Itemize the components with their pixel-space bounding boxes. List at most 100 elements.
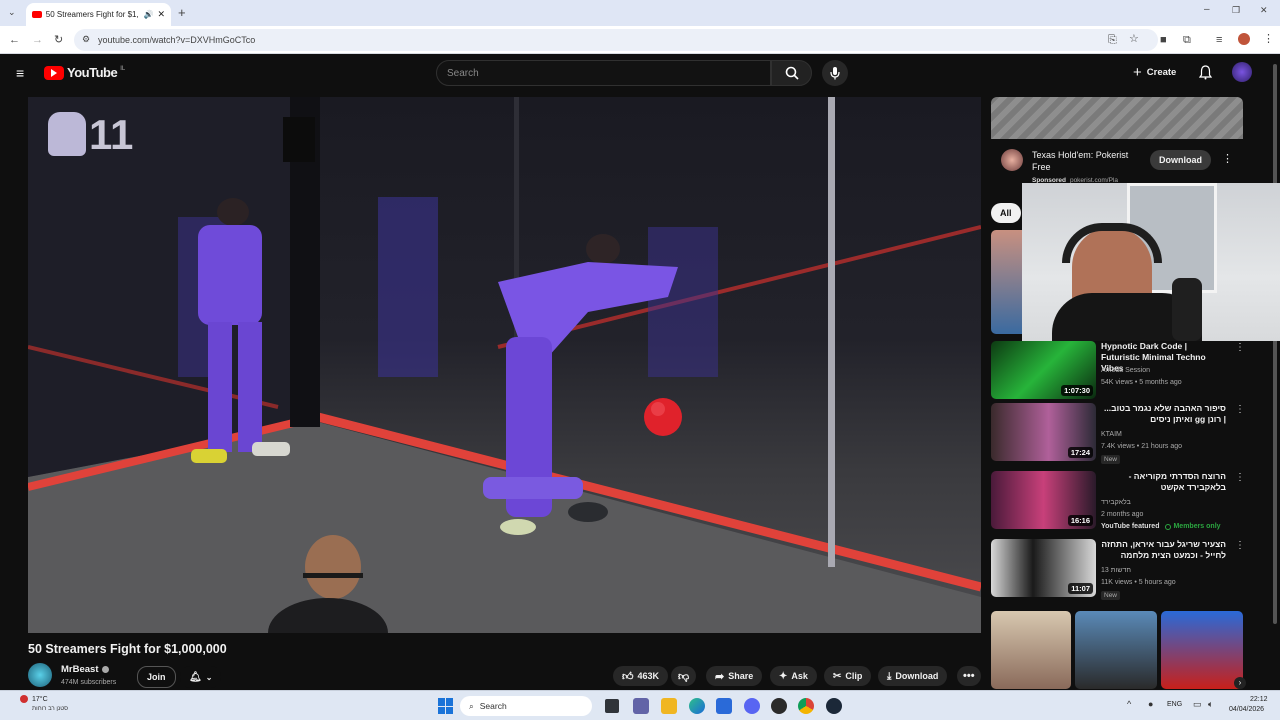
create-button[interactable]: + Create <box>1133 64 1176 81</box>
tab-close-icon[interactable]: ✕ <box>157 9 165 20</box>
recommendation-thumbnail[interactable]: 17:24 <box>991 403 1096 461</box>
forward-icon[interactable]: → <box>32 34 43 46</box>
close-window-icon[interactable]: ✕ <box>1260 5 1268 16</box>
filter-chip-all[interactable]: All <box>991 203 1021 223</box>
maximize-icon[interactable]: ❐ <box>1232 5 1240 16</box>
recommendation-more-icon[interactable]: ⋮ <box>1235 540 1245 551</box>
members-icon <box>1165 523 1172 530</box>
ad-download-button[interactable]: Download <box>1150 150 1211 170</box>
new-tab-icon[interactable]: + <box>178 5 186 20</box>
recommendation-title[interactable]: סיפור האהבה שלא נגמר בטוב... | רונן gg ו… <box>1101 403 1226 425</box>
account-avatar[interactable] <box>1232 62 1252 82</box>
file-explorer-icon[interactable] <box>661 698 677 714</box>
clock-time[interactable]: 22:12 <box>1250 696 1268 703</box>
tab-list-icon[interactable]: ⌄ <box>8 7 16 18</box>
recommendation-more-icon[interactable]: ⋮ <box>1235 404 1245 415</box>
steam-icon[interactable] <box>826 698 842 714</box>
back-icon[interactable]: ← <box>9 34 20 46</box>
more-actions-button[interactable]: ••• <box>957 666 981 686</box>
tray-chevron-icon[interactable]: ^ <box>1127 699 1131 709</box>
voice-search-button[interactable] <box>822 60 848 86</box>
shelf-next-icon[interactable]: › <box>1234 677 1246 689</box>
recommendation-channel[interactable]: בלאקבירד <box>1101 499 1131 506</box>
recommendation-thumbnail[interactable] <box>991 230 1023 334</box>
microphone-icon <box>830 67 840 80</box>
reload-icon[interactable]: ↻ <box>54 34 63 46</box>
clip-button[interactable]: ✂ Clip <box>824 666 872 686</box>
subscribe-notifications-button[interactable]: 🔔︎ ⌄ <box>180 666 222 688</box>
browser-tab[interactable]: 50 Streamers Fight for $1,0 🔊 ✕ <box>26 3 171 26</box>
recommendation-thumbnail[interactable]: 16:16 <box>991 471 1096 529</box>
recommendation-item[interactable]: 11:07 הצעיר שריגל עבור איראן, התחזה לחיי… <box>991 539 1245 601</box>
tray-mic-icon[interactable]: ● <box>1148 699 1153 709</box>
recommendation-more-icon[interactable]: ⋮ <box>1235 342 1245 353</box>
language-indicator[interactable]: ENG <box>1167 701 1182 708</box>
shorts-thumbnail[interactable] <box>1161 611 1243 689</box>
discord-icon[interactable] <box>744 698 760 714</box>
recommendation-title[interactable]: הרוצח הסדרתי מקוריאה - בלאקבירד אקשט <box>1101 471 1226 493</box>
scissors-icon: ✂ <box>833 670 842 682</box>
address-bar[interactable]: ⚙ youtube.com/watch?v=DXVHmGoCTco <box>74 29 1158 51</box>
recommendation-channel[interactable]: חדשות 13 <box>1101 567 1131 574</box>
recommendation-item[interactable]: 1:07:30 Hypnotic Dark Code | Futuristic … <box>991 341 1245 403</box>
teams-icon[interactable] <box>633 698 649 714</box>
site-info-icon[interactable]: ⚙ <box>82 34 90 45</box>
youtube-logo-text: YouTube <box>67 65 118 80</box>
join-button[interactable]: Join <box>137 666 176 688</box>
page-scrollbar[interactable] <box>1272 56 1278 686</box>
shorts-thumbnail[interactable] <box>1075 611 1157 689</box>
recommendation-channel[interactable]: KTAIM <box>1101 431 1122 438</box>
recommendation-item[interactable]: 17:24 סיפור האהבה שלא נגמר בטוב... | רונ… <box>991 403 1245 465</box>
shorts-thumbnail[interactable] <box>991 611 1071 689</box>
search-button[interactable] <box>771 60 812 86</box>
extension-icon[interactable]: ■ <box>1160 34 1167 46</box>
cast-icon[interactable]: ⎘ <box>1108 34 1117 46</box>
create-label: Create <box>1146 67 1177 78</box>
start-windows-icon[interactable] <box>438 698 454 714</box>
task-view-icon[interactable] <box>605 699 619 713</box>
media-controls-icon[interactable]: ≡ <box>1216 34 1222 46</box>
temperature: 17°C <box>32 696 48 703</box>
taskbar-search-box[interactable]: ⌕ Search <box>460 696 592 716</box>
download-button[interactable]: ⤓ Download <box>878 666 948 686</box>
like-button[interactable]: 👍︎ 463K <box>613 666 669 686</box>
recommendation-channel[interactable]: Amoda Session <box>1101 367 1150 374</box>
scrollbar-thumb[interactable] <box>1273 64 1277 624</box>
profile-avatar[interactable] <box>1238 33 1250 45</box>
hamburger-menu-icon[interactable]: ≡ <box>16 65 24 81</box>
video-title: 50 Streamers Fight for $1,000,000 <box>28 642 227 656</box>
search-input[interactable]: Search <box>436 60 771 86</box>
clock-date[interactable]: 04/04/2026 <box>1229 706 1264 713</box>
new-badge: New <box>1101 591 1121 600</box>
bookmark-star-icon[interactable]: ☆ <box>1129 33 1139 45</box>
audio-icon[interactable]: 🔊 <box>143 10 153 19</box>
notifications-bell-icon[interactable] <box>1199 65 1212 80</box>
ad-title[interactable]: Texas Hold'em: Pokerist Free <box>1032 149 1144 173</box>
recommendation-title[interactable]: הצעיר שריגל עבור איראן, התחזה לחייל - וכ… <box>1101 539 1226 561</box>
store-icon[interactable] <box>716 698 732 714</box>
ad-banner-image[interactable] <box>991 97 1243 139</box>
video-player[interactable]: 11 <box>28 97 981 633</box>
new-badge: New <box>1101 455 1121 464</box>
recommendation-thumbnail[interactable]: 1:07:30 <box>991 341 1096 399</box>
edge-icon[interactable] <box>689 698 705 714</box>
download-label: Download <box>895 671 939 681</box>
sparkle-icon: ✦ <box>779 670 788 682</box>
ad-more-icon[interactable]: ⋮ <box>1222 152 1233 165</box>
dislike-button[interactable]: 👎︎ <box>671 666 697 686</box>
recommendation-item[interactable]: 16:16 הרוצח הסדרתי מקוריאה - בלאקבירד אק… <box>991 471 1245 533</box>
share-button[interactable]: ➦ Share <box>706 666 763 686</box>
ask-button[interactable]: ✦ Ask <box>770 666 817 686</box>
volume-icon[interactable]: 🔈︎ <box>1208 699 1213 710</box>
browser-menu-icon[interactable]: ⋮ <box>1263 33 1274 45</box>
recommendation-thumbnail[interactable]: 11:07 <box>991 539 1096 597</box>
extensions-puzzle-icon[interactable]: ⧉ <box>1183 34 1191 46</box>
channel-avatar[interactable] <box>28 663 52 687</box>
youtube-logo[interactable]: YouTube IL <box>44 65 125 80</box>
chrome-icon[interactable] <box>798 698 814 714</box>
network-icon[interactable]: ▭ <box>1193 699 1202 710</box>
minimize-icon[interactable]: – <box>1204 4 1210 15</box>
app-icon[interactable] <box>771 698 787 714</box>
channel-name[interactable]: MrBeast <box>61 664 109 675</box>
recommendation-more-icon[interactable]: ⋮ <box>1235 472 1245 483</box>
